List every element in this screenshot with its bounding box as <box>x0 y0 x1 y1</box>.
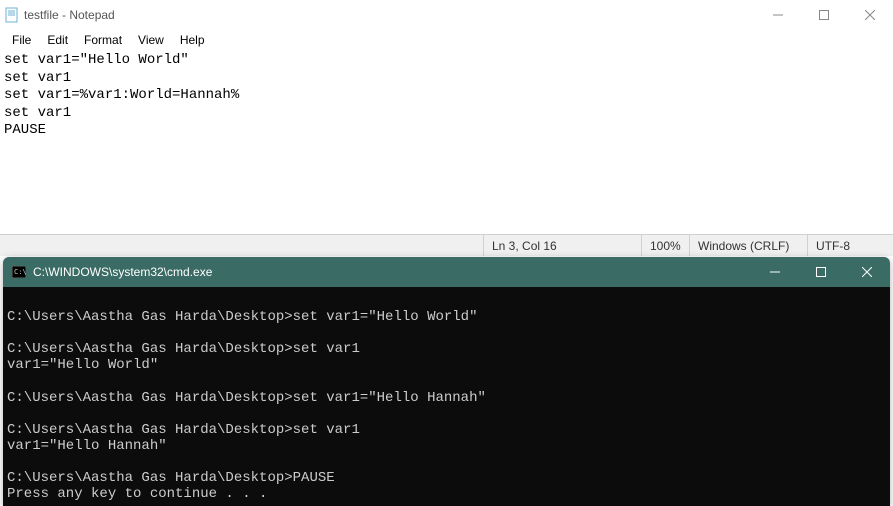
menu-help[interactable]: Help <box>172 31 213 49</box>
notepad-statusbar: Ln 3, Col 16 100% Windows (CRLF) UTF-8 <box>0 234 893 256</box>
menu-format[interactable]: Format <box>76 31 130 49</box>
window-control-group <box>755 0 893 30</box>
close-button[interactable] <box>847 0 893 30</box>
status-line-ending: Windows (CRLF) <box>689 235 807 256</box>
notepad-window: testfile - Notepad File Edit Format View… <box>0 0 893 256</box>
status-spacer <box>0 235 483 256</box>
status-zoom: 100% <box>641 235 689 256</box>
cmd-output[interactable]: C:\Users\Aastha Gas Harda\Desktop>set va… <box>3 287 890 506</box>
menu-edit[interactable]: Edit <box>39 31 76 49</box>
cmd-maximize-button[interactable] <box>798 257 844 287</box>
minimize-button[interactable] <box>755 0 801 30</box>
cmd-icon: C:\ <box>11 264 27 280</box>
cmd-title: C:\WINDOWS\system32\cmd.exe <box>33 265 212 279</box>
notepad-menubar: File Edit Format View Help <box>0 30 893 50</box>
notepad-titlebar[interactable]: testfile - Notepad <box>0 0 893 30</box>
notepad-title: testfile - Notepad <box>24 8 115 22</box>
menu-view[interactable]: View <box>130 31 172 49</box>
svg-text:C:\: C:\ <box>14 268 26 276</box>
maximize-icon <box>819 10 829 20</box>
cmd-minimize-button[interactable] <box>752 257 798 287</box>
cmd-close-button[interactable] <box>844 257 890 287</box>
cmd-titlebar[interactable]: C:\ C:\WINDOWS\system32\cmd.exe <box>3 257 890 287</box>
notepad-icon <box>4 7 20 23</box>
status-position: Ln 3, Col 16 <box>483 235 641 256</box>
maximize-button[interactable] <box>801 0 847 30</box>
cmd-maximize-icon <box>816 267 826 277</box>
menu-file[interactable]: File <box>4 31 39 49</box>
notepad-editor[interactable]: set var1="Hello World" set var1 set var1… <box>0 50 893 234</box>
cmd-window: C:\ C:\WINDOWS\system32\cmd.exe C:\Users… <box>3 257 890 506</box>
status-encoding: UTF-8 <box>807 235 893 256</box>
